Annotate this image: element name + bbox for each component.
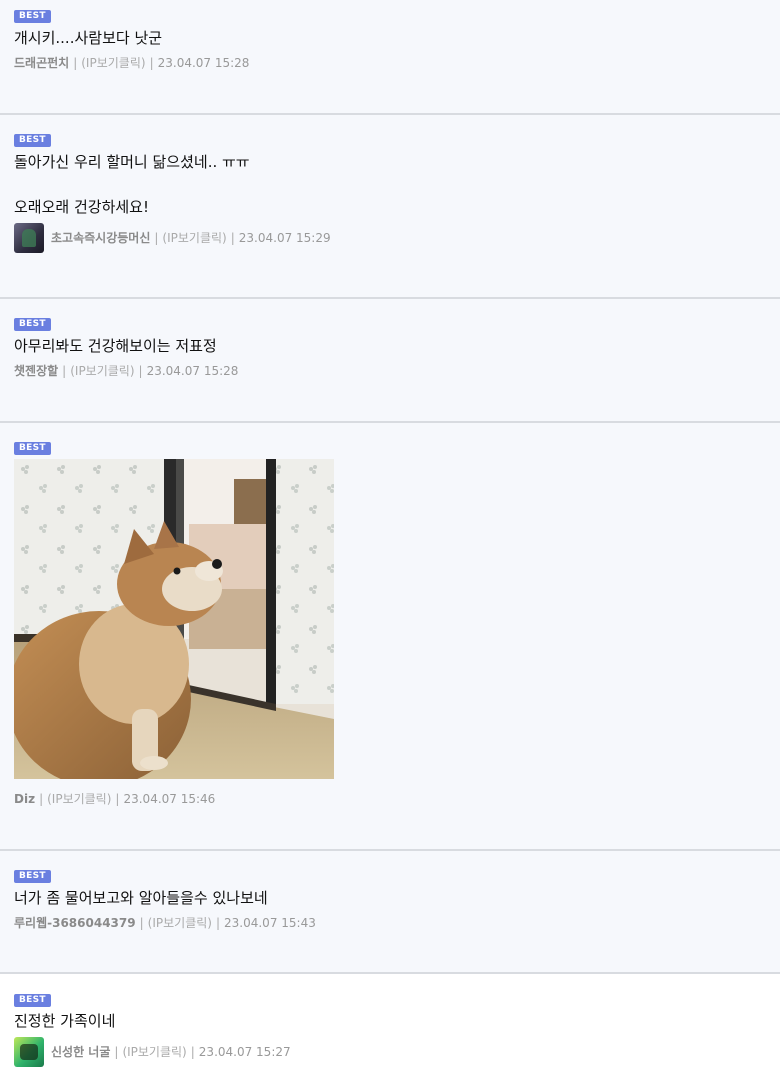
separator: |	[154, 231, 159, 245]
comment-meta: Diz | (IP보기클릭) | 23.04.07 15:46	[14, 791, 215, 807]
comment-item: BEST 아무리봐도 건강해보이는 저표정 챗젠장할 | (IP보기클릭) | …	[0, 299, 780, 423]
ip-view-link[interactable]: (IP보기클릭)	[162, 230, 226, 246]
comment-meta: 드래곤펀치 | (IP보기클릭) | 23.04.07 15:28	[14, 55, 249, 71]
comment-date: 23.04.07 15:27	[198, 1045, 291, 1059]
separator: |	[190, 1045, 195, 1059]
separator: |	[139, 916, 144, 930]
author-name[interactable]: 신성한 너굴	[51, 1044, 110, 1060]
comment-image[interactable]	[14, 459, 334, 779]
comment-item: BEST 진정한 가족이네 신성한 너굴 | (IP보기클릭) | 23.04.…	[0, 974, 780, 1082]
author-name[interactable]: 챗젠장할	[14, 363, 58, 379]
separator: |	[62, 364, 67, 378]
best-badge: BEST	[14, 870, 51, 883]
author-name[interactable]: 루리웹-3686044379	[14, 915, 136, 931]
comment-item: BEST Diz | (IP보기클릭) | 23.04.07 15:46	[0, 423, 780, 851]
comment-item: BEST 개시키....사람보다 낫군 드래곤펀치 | (IP보기클릭) | 2…	[0, 0, 780, 115]
comment-meta: 챗젠장할 | (IP보기클릭) | 23.04.07 15:28	[14, 363, 238, 379]
author-name[interactable]: 초고속즉시강등머신	[51, 230, 150, 246]
author-name[interactable]: 드래곤펀치	[14, 55, 69, 71]
comment-text: 오래오래 건강하세요!	[14, 198, 149, 216]
best-badge: BEST	[14, 442, 51, 455]
comment-meta: 초고속즉시강등머신 | (IP보기클릭) | 23.04.07 15:29	[14, 223, 331, 253]
separator: |	[230, 231, 235, 245]
separator: |	[73, 56, 78, 70]
best-badge: BEST	[14, 994, 51, 1007]
ip-view-link[interactable]: (IP보기클릭)	[148, 915, 212, 931]
best-badge: BEST	[14, 10, 51, 23]
comment-item: BEST 돌아가신 우리 할머니 닮으셨네.. ㅠㅠ 오래오래 건강하세요! 초…	[0, 115, 780, 299]
comment-date: 23.04.07 15:29	[238, 231, 331, 245]
comment-date: 23.04.07 15:28	[146, 364, 239, 378]
separator: |	[114, 1045, 119, 1059]
comment-date: 23.04.07 15:43	[224, 916, 316, 930]
comment-date: 23.04.07 15:46	[123, 792, 216, 806]
comment-text: 개시키....사람보다 낫군	[14, 29, 163, 47]
ip-view-link[interactable]: (IP보기클릭)	[70, 363, 134, 379]
author-name[interactable]: Diz	[14, 791, 35, 807]
comment-text: 진정한 가족이네	[14, 1012, 116, 1030]
comment-text: 돌아가신 우리 할머니 닮으셨네.. ㅠㅠ	[14, 153, 250, 171]
ip-view-link[interactable]: (IP보기클릭)	[81, 55, 145, 71]
avatar[interactable]	[14, 223, 44, 253]
separator: |	[149, 56, 154, 70]
comment-meta: 루리웹-3686044379 | (IP보기클릭) | 23.04.07 15:…	[14, 915, 316, 931]
ip-view-link[interactable]: (IP보기클릭)	[47, 791, 111, 807]
separator: |	[115, 792, 120, 806]
comment-date: 23.04.07 15:28	[157, 56, 250, 70]
comment-text: 너가 좀 물어보고와 알아들을수 있나보네	[14, 889, 268, 907]
comment-item: BEST 너가 좀 물어보고와 알아들을수 있나보네 루리웹-368604437…	[0, 851, 780, 974]
comment-meta: 신성한 너굴 | (IP보기클릭) | 23.04.07 15:27	[14, 1037, 291, 1067]
separator: |	[39, 792, 44, 806]
comment-text: 아무리봐도 건강해보이는 저표정	[14, 337, 217, 355]
avatar[interactable]	[14, 1037, 44, 1067]
shiba-dog-photo	[14, 459, 334, 779]
best-badge: BEST	[14, 134, 51, 147]
best-badge: BEST	[14, 318, 51, 331]
separator: |	[215, 916, 221, 930]
separator: |	[138, 364, 143, 378]
ip-view-link[interactable]: (IP보기클릭)	[122, 1044, 186, 1060]
